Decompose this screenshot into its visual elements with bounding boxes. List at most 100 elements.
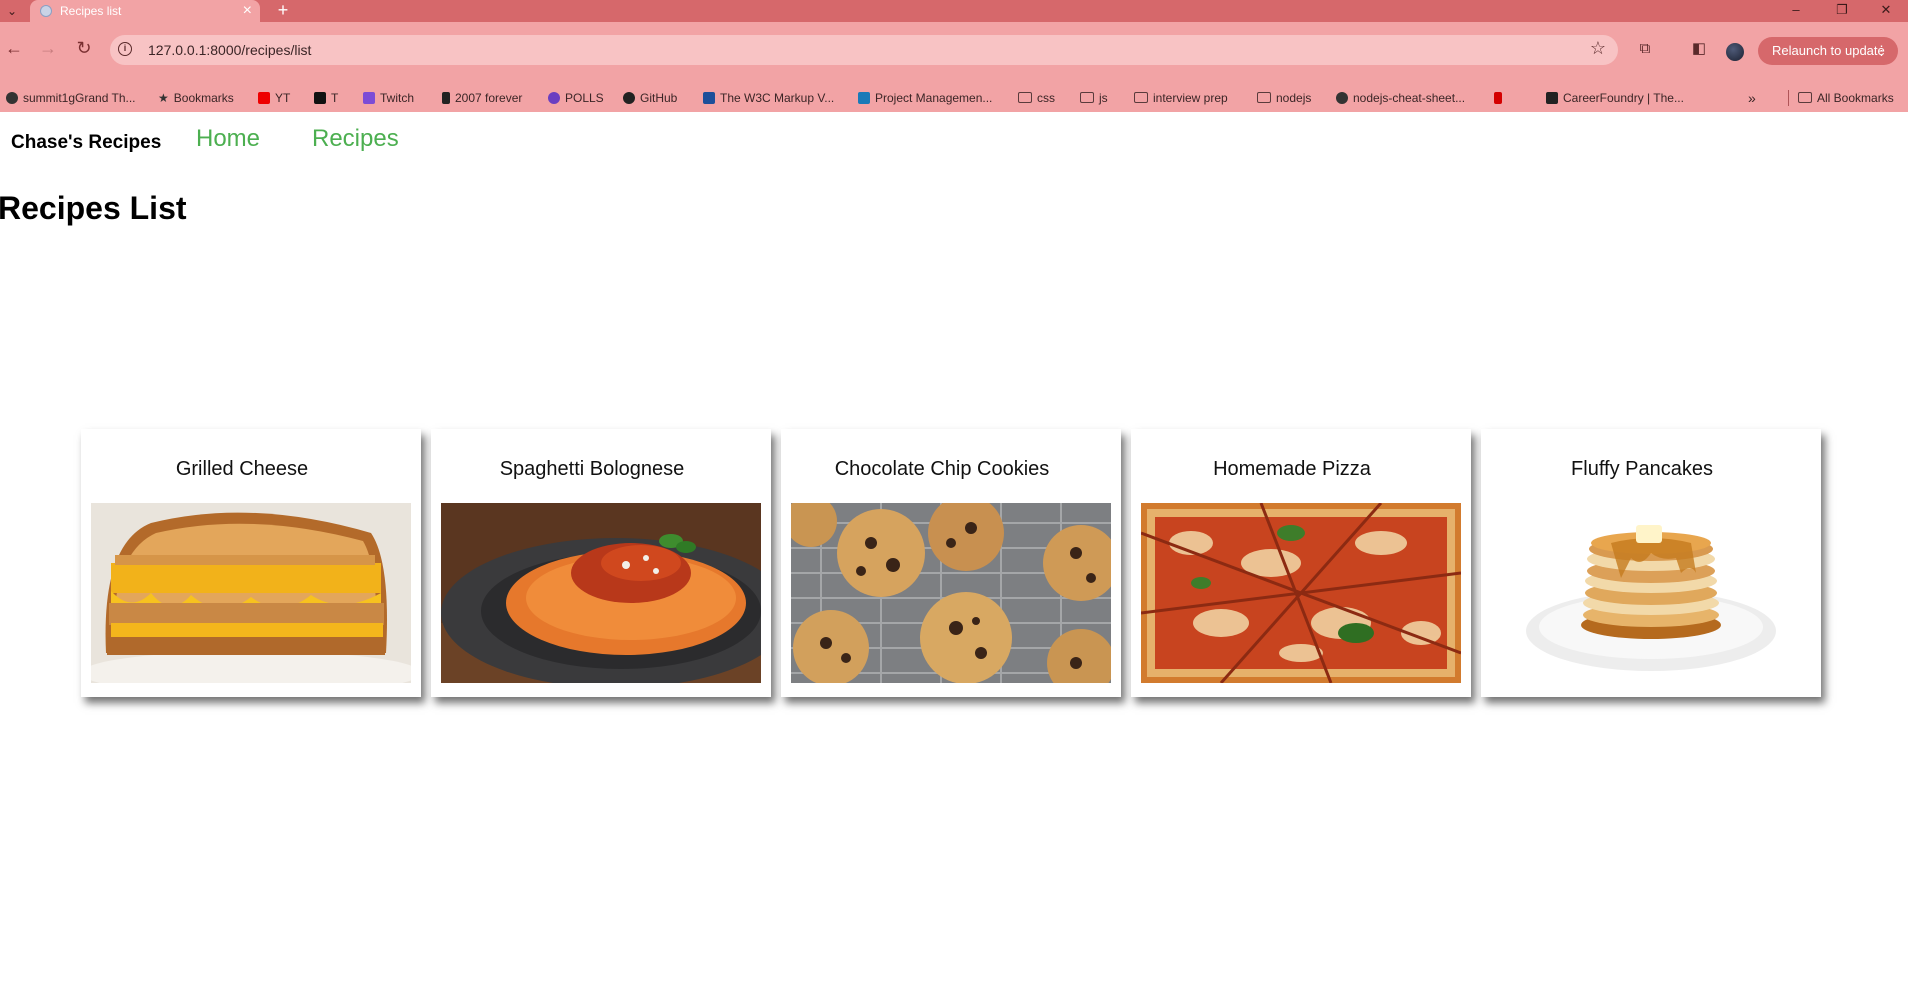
all-bookmarks-folder[interactable]: All Bookmarks [1798,84,1894,112]
folder-icon [1257,92,1271,103]
page-icon [442,92,450,104]
recipe-card[interactable]: Grilled Cheese [81,429,421,697]
site-info-icon[interactable]: i [118,42,132,56]
window-close-icon[interactable]: ✕ [1866,0,1906,22]
star-icon: ★ [158,91,169,105]
netflix-icon [1494,92,1502,104]
bookmark-label: Twitch [380,91,415,105]
bookmark-item[interactable]: YT [258,84,290,112]
tab-favicon-icon [40,5,52,17]
bookmark-item[interactable]: Twitch [363,84,414,112]
bookmark-item[interactable]: The W3C Markup V... [703,84,834,112]
folder-icon [1134,92,1148,103]
forward-icon[interactable]: → [34,34,62,62]
bookmark-item[interactable]: CareerFoundry | The... [1546,84,1684,112]
recipe-name[interactable]: Chocolate Chip Cookies [781,458,1103,481]
bookmark-label: Project Managemen... [875,91,993,105]
bookmark-label: js [1099,91,1108,105]
recipe-image-homemade-pizza[interactable] [1141,503,1461,683]
site-brand[interactable]: Chase's Recipes [11,132,161,154]
bookmark-item[interactable]: 2007 forever [442,84,522,112]
bookmark-label: T [331,91,339,105]
bookmark-label: CareerFoundry | The... [1563,91,1684,105]
trello-icon [858,92,870,104]
recipe-card[interactable]: Chocolate Chip Cookies [781,429,1121,697]
nav-link-recipes[interactable]: Recipes [312,125,399,153]
folder-icon [1018,92,1032,103]
bookmark-item[interactable]: T [314,84,338,112]
bookmark-label: GitHub [640,91,678,105]
folder-icon [1080,92,1094,103]
nav-link-home[interactable]: Home [196,125,260,153]
bookmark-folder[interactable]: js [1080,84,1108,112]
recipe-image-grilled-cheese[interactable] [91,503,411,683]
page-content: Chase's Recipes Home Recipes Recipes Lis… [0,112,1908,1003]
x-icon [314,92,326,104]
bookmarks-bar: summit1gGrand Th... ★ Bookmarks YT T Twit… [0,84,1908,112]
bookmark-item[interactable]: nodejs-cheat-sheet... [1336,84,1465,112]
bookmark-folder[interactable]: css [1018,84,1055,112]
page-title: Recipes List [0,190,187,226]
restore-icon[interactable]: ❐ [1822,0,1862,22]
bookmark-label: The W3C Markup V... [720,91,835,105]
bookmark-star-icon[interactable]: ☆ [1590,38,1606,59]
bookmark-item[interactable]: Project Managemen... [858,84,992,112]
relaunch-button[interactable]: Relaunch to update ⋮ [1758,37,1898,65]
tab-title: Recipes list [60,4,122,18]
browser-tab-strip: ⌄ Recipes list × + – ❐ ✕ [0,0,1908,22]
careerfoundry-icon [1546,92,1558,104]
recipe-name[interactable]: Grilled Cheese [81,458,403,481]
recipe-name[interactable]: Spaghetti Bolognese [431,458,753,481]
side-panel-icon[interactable]: ◧ [1686,36,1712,62]
globe-icon [1336,92,1348,104]
bookmark-label: interview prep [1153,91,1228,105]
recipe-card[interactable]: Homemade Pizza [1131,429,1471,697]
recipe-image-fluffy-pancakes[interactable] [1491,503,1811,683]
tab-close-icon[interactable]: × [243,1,252,21]
bookmark-item-netflix[interactable] [1494,84,1507,112]
recipe-image-chocolate-chip-cookies[interactable] [791,503,1111,683]
bookmarks-overflow-icon[interactable]: » [1748,84,1756,112]
bookmark-folder[interactable]: nodejs [1257,84,1311,112]
recipe-image-spaghetti-bolognese[interactable] [441,503,761,683]
bookmark-item[interactable]: summit1gGrand Th... [6,84,136,112]
url-text[interactable]: 127.0.0.1:8000/recipes/list [148,42,311,58]
minimize-icon[interactable]: – [1776,0,1816,22]
recipe-name[interactable]: Fluffy Pancakes [1481,458,1803,481]
address-bar[interactable]: i 127.0.0.1:8000/recipes/list ☆ [110,35,1618,65]
bookmark-label: summit1gGrand Th... [23,91,136,105]
twitch-icon [363,92,375,104]
bookmark-label: YT [275,91,291,105]
browser-toolbar: ← → ↻ i 127.0.0.1:8000/recipes/list ☆ ⧉ … [0,22,1908,84]
browser-tab-active[interactable]: Recipes list × [30,0,260,22]
relaunch-label: Relaunch to update [1772,43,1885,58]
profile-avatar[interactable] [1726,43,1744,61]
site-navbar: Chase's Recipes Home Recipes [0,112,1908,172]
recipe-card[interactable]: Spaghetti Bolognese [431,429,771,697]
polls-icon [548,92,560,104]
new-tab-button[interactable]: + [272,0,294,22]
bookmark-folder[interactable]: interview prep [1134,84,1228,112]
bookmark-item[interactable]: GitHub [623,84,677,112]
folder-icon [1798,92,1812,103]
extensions-icon[interactable]: ⧉ [1632,36,1658,62]
more-menu-icon[interactable]: ⋮ [1875,37,1888,65]
globe-icon [6,92,18,104]
reload-icon[interactable]: ↻ [70,34,98,62]
bookmark-label: All Bookmarks [1817,91,1894,105]
bookmark-label: Bookmarks [173,91,234,105]
bookmark-label: nodejs [1276,91,1312,105]
back-icon[interactable]: ← [0,34,28,62]
bookmark-label: nodejs-cheat-sheet... [1353,91,1466,105]
youtube-icon [258,92,270,104]
tab-search-icon[interactable]: ⌄ [0,0,24,22]
w3c-icon [703,92,715,104]
bookmark-label: css [1037,91,1055,105]
github-icon [623,92,635,104]
recipe-card[interactable]: Fluffy Pancakes [1481,429,1821,697]
bookmarks-divider [1788,90,1789,106]
bookmark-item[interactable]: ★ Bookmarks [158,84,234,112]
bookmark-label: POLLS [565,91,604,105]
recipe-name[interactable]: Homemade Pizza [1131,458,1453,481]
bookmark-item[interactable]: POLLS [548,84,604,112]
